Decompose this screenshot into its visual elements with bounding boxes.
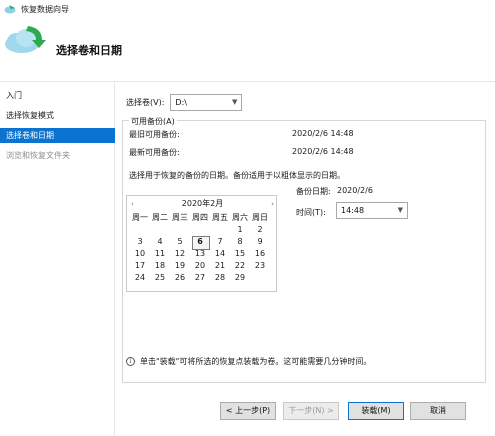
calendar-day[interactable]: 20 bbox=[190, 260, 210, 272]
back-button[interactable]: < 上一步(P) bbox=[220, 402, 276, 420]
calendar-grid: 周一 周二 周三 周四 周五 周六 周日 1 2 3 4 5 6 7 8 9 10 11 12 13 14… bbox=[130, 212, 270, 284]
calendar-blank-cell bbox=[150, 224, 170, 236]
calendar-day[interactable]: 19 bbox=[170, 260, 190, 272]
weekday-header: 周四 bbox=[192, 213, 208, 222]
calendar-day[interactable]: 15 bbox=[230, 248, 250, 260]
next-button: 下一步(N) > bbox=[283, 402, 339, 420]
calendar-blank-cell bbox=[170, 224, 190, 236]
calendar-blank-cell bbox=[190, 224, 210, 236]
calendar-day[interactable]: 5 bbox=[170, 236, 190, 248]
backup-calendar[interactable]: ‹ 2020年2月 › 周一 周二 周三 周四 周五 周六 周日 1234567… bbox=[126, 195, 277, 292]
calendar-day[interactable]: 17 bbox=[130, 260, 150, 272]
volume-value: D:\ bbox=[175, 98, 187, 107]
oldest-backup-label: 最旧可用备份: bbox=[129, 130, 180, 139]
newest-backup-value: 2020/2/6 14:48 bbox=[292, 147, 354, 156]
oldest-backup-value: 2020/2/6 14:48 bbox=[292, 129, 354, 138]
available-backups-legend: 可用备份(A) bbox=[129, 116, 177, 127]
volume-label: 选择卷(V): bbox=[126, 98, 165, 107]
info-icon: i bbox=[126, 357, 135, 366]
calendar-day[interactable]: 23 bbox=[250, 260, 270, 272]
wizard-steps: 入门 选择恢复模式 选择卷和日期 浏览和恢复文件夹 bbox=[0, 82, 115, 436]
mount-button[interactable]: 装载(M) bbox=[348, 402, 404, 420]
calendar-day[interactable]: 21 bbox=[210, 260, 230, 272]
calendar-day[interactable]: 1 bbox=[230, 224, 250, 236]
sidebar-item-getting-started[interactable]: 入门 bbox=[0, 88, 115, 103]
title-bar: 恢复数据向导 bbox=[0, 0, 495, 18]
weekday-header: 周五 bbox=[212, 213, 228, 222]
info-bar: i 单击"装载"可将所选的恢复点装载为卷。这可能需要几分钟时间。 bbox=[126, 356, 371, 367]
volume-select[interactable]: D:\ ▼ bbox=[170, 94, 243, 111]
calendar-day[interactable]: 16 bbox=[250, 248, 270, 260]
calendar-day[interactable]: 6 bbox=[190, 236, 210, 250]
calendar-day[interactable]: 24 bbox=[130, 272, 150, 284]
calendar-day[interactable]: 7 bbox=[210, 236, 230, 248]
sidebar-item-recovery-mode[interactable]: 选择恢复模式 bbox=[0, 108, 115, 123]
calendar-day[interactable]: 18 bbox=[150, 260, 170, 272]
calendar-day[interactable]: 27 bbox=[190, 272, 210, 284]
weekday-header: 周日 bbox=[252, 213, 268, 222]
time-label: 时间(T): bbox=[296, 208, 326, 217]
wizard-content: 选择卷(V): D:\ ▼ 可用备份(A) 最旧可用备份: 2020/2/6 1… bbox=[116, 82, 495, 436]
calendar-day[interactable]: 10 bbox=[130, 248, 150, 260]
calendar-blank-cell bbox=[210, 224, 230, 236]
time-select[interactable]: 14:48 ▼ bbox=[336, 202, 408, 219]
weekday-header: 周三 bbox=[172, 213, 188, 222]
calendar-day[interactable]: 29 bbox=[230, 272, 250, 284]
calendar-day[interactable]: 8 bbox=[230, 236, 250, 248]
calendar-day[interactable]: 9 bbox=[250, 236, 270, 248]
calendar-day[interactable]: 25 bbox=[150, 272, 170, 284]
calendar-day[interactable]: 13 bbox=[190, 248, 210, 260]
wizard-header: 选择卷和日期 bbox=[0, 18, 495, 82]
cancel-button[interactable]: 取消 bbox=[410, 402, 466, 420]
backup-instruction: 选择用于恢复的备份的日期。备份适用于以粗体显示的日期。 bbox=[129, 171, 345, 180]
info-text: 单击"装载"可将所选的恢复点装载为卷。这可能需要几分钟时间。 bbox=[140, 357, 372, 366]
weekday-header: 周六 bbox=[232, 213, 248, 222]
sidebar-item-browse-restore: 浏览和恢复文件夹 bbox=[6, 151, 70, 160]
calendar-day[interactable]: 22 bbox=[230, 260, 250, 272]
recovery-icon bbox=[4, 5, 16, 14]
calendar-day[interactable]: 14 bbox=[210, 248, 230, 260]
calendar-next-button[interactable]: › bbox=[271, 200, 274, 208]
calendar-prev-button[interactable]: ‹ bbox=[131, 200, 134, 208]
calendar-day[interactable]: 11 bbox=[150, 248, 170, 260]
calendar-day[interactable]: 3 bbox=[130, 236, 150, 248]
weekday-header: 周二 bbox=[152, 213, 168, 222]
backup-date-value: 2020/2/6 bbox=[337, 186, 373, 195]
backup-date-label: 备份日期: bbox=[296, 187, 331, 196]
sidebar-item-volume-date[interactable]: 选择卷和日期 bbox=[0, 128, 115, 143]
cloud-restore-icon bbox=[5, 26, 46, 53]
calendar-day[interactable]: 28 bbox=[210, 272, 230, 284]
calendar-day[interactable]: 4 bbox=[150, 236, 170, 248]
chevron-down-icon: ▼ bbox=[232, 98, 238, 106]
calendar-day[interactable]: 12 bbox=[170, 248, 190, 260]
calendar-month-title: 2020年2月 bbox=[181, 199, 224, 208]
calendar-blank-cell bbox=[130, 224, 150, 236]
calendar-day[interactable]: 26 bbox=[170, 272, 190, 284]
weekday-header: 周一 bbox=[132, 213, 148, 222]
window-title: 恢复数据向导 bbox=[21, 4, 69, 14]
volume-row: 选择卷(V): D:\ ▼ bbox=[126, 94, 243, 111]
time-value: 14:48 bbox=[341, 206, 365, 215]
chevron-down-icon: ▼ bbox=[397, 206, 403, 214]
calendar-day[interactable]: 2 bbox=[250, 224, 270, 236]
calendar-header: ‹ 2020年2月 › bbox=[127, 198, 278, 209]
newest-backup-label: 最新可用备份: bbox=[129, 148, 180, 157]
page-title: 选择卷和日期 bbox=[56, 44, 122, 57]
